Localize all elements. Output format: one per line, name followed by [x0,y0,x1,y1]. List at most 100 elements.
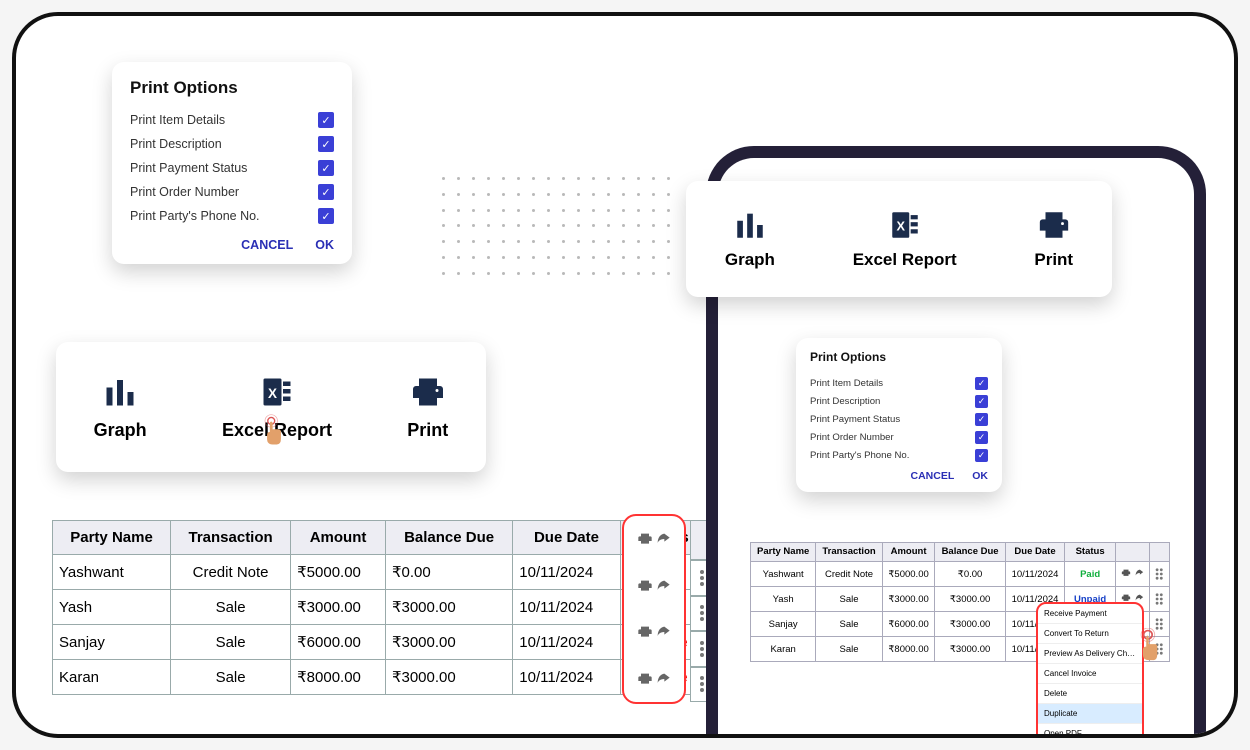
bar-chart-icon [733,208,767,242]
share-icon[interactable] [655,531,671,547]
cell-due: 10/11/2024 [513,590,620,625]
share-icon[interactable] [655,671,671,687]
cell-amount: ₹5000.00 [291,555,386,590]
excel-report-button[interactable]: X Excel Report [222,374,332,441]
graph-button[interactable]: Graph [94,374,147,441]
cell-txn: Sale [171,625,291,660]
phone-excel-label: Excel Report [853,250,957,270]
cell-amount: ₹8000.00 [882,637,935,662]
cell-amount: ₹6000.00 [882,612,935,637]
cell-party: Yash [53,590,171,625]
phone-excel-button[interactable]: X Excel Report [853,208,957,270]
phone-table-row[interactable]: Yashwant Credit Note ₹5000.00 ₹0.00 10/1… [751,562,1170,587]
cell-due: 10/11/2024 [1005,562,1065,587]
context-menu-item[interactable]: Cancel Invoice [1038,664,1142,684]
printer-icon[interactable] [637,671,653,687]
cell-balance: ₹3000.00 [935,587,1005,612]
pth-kebab [1149,543,1169,562]
print-label: Print [407,420,448,441]
print-option-label: Print Party's Phone No. [130,209,260,223]
cell-kebab[interactable] [1149,562,1169,587]
cell-due: 10/11/2024 [513,625,620,660]
print-option-label: Print Party's Phone No. [810,450,909,461]
print-option-row[interactable]: Print Payment Status ✓ [130,156,334,180]
checkbox-icon[interactable]: ✓ [975,431,988,444]
print-option-label: Print Payment Status [810,414,900,425]
cell-amount: ₹3000.00 [291,590,386,625]
cell-party: Yash [751,587,816,612]
printer-icon[interactable] [637,531,653,547]
table-row[interactable]: Yash Sale ₹3000.00 ₹3000.00 10/11/2024 U… [53,590,712,625]
share-icon[interactable] [655,624,671,640]
checkbox-icon[interactable]: ✓ [318,112,334,128]
print-option-row[interactable]: Print Order Number✓ [130,180,334,204]
cell-balance: ₹3000.00 [935,612,1005,637]
cell-txn: Credit Note [171,555,291,590]
cell-balance: ₹3000.00 [385,625,512,660]
app-frame: Print Options Print Item Details✓Print D… [12,12,1238,738]
cell-balance: ₹3000.00 [935,637,1005,662]
pth-balance: Balance Due [935,543,1005,562]
phone-graph-button[interactable]: Graph [725,208,775,270]
print-option-row[interactable]: Print Description✓ [810,392,988,410]
checkbox-icon[interactable]: ✓ [975,449,988,462]
checkbox-icon[interactable]: ✓ [975,413,988,426]
checkbox-icon[interactable]: ✓ [318,184,334,200]
svg-text:X: X [896,219,905,234]
print-option-row[interactable]: Print Party's Phone No. ✓ [810,446,988,464]
context-menu-item[interactable]: Receive Payment [1038,604,1142,624]
row-action-cell [624,656,684,703]
cell-due: 10/11/2024 [513,555,620,590]
cell-balance: ₹0.00 [935,562,1005,587]
cell-kebab[interactable] [1149,587,1169,612]
table-row[interactable]: Yashwant Credit Note ₹5000.00 ₹0.00 10/1… [53,555,712,590]
cell-actions[interactable] [1115,562,1149,587]
row-action-cell [624,609,684,656]
cell-due: 10/11/2024 [513,660,620,695]
cell-status: Paid [1065,562,1116,587]
print-option-row[interactable]: Print Item Details✓ [810,374,988,392]
print-options-list: Print Item Details✓Print Description✓Pri… [130,108,334,228]
excel-icon: X [888,208,922,242]
phone-ok-button[interactable]: OK [972,470,988,482]
pth-due: Due Date [1005,543,1065,562]
context-menu-item[interactable]: Convert To Return [1038,624,1142,644]
print-option-label: Print Order Number [810,432,894,443]
printer-icon[interactable] [637,624,653,640]
print-option-row[interactable]: Print Item Details✓ [130,108,334,132]
context-menu-item[interactable]: Preview As Delivery Challan [1038,644,1142,664]
context-menu-item[interactable]: Duplicate [1038,704,1142,724]
checkbox-icon[interactable]: ✓ [318,160,334,176]
context-menu-item[interactable]: Delete [1038,684,1142,704]
row-action-cell [624,516,684,563]
context-menu-item[interactable]: Open PDF [1038,724,1142,736]
transactions-table: Party Name Transaction Amount Balance Du… [52,520,712,695]
print-option-row[interactable]: Print Order Number ✓ [810,428,988,446]
print-option-row[interactable]: Print Payment Status ✓ [810,410,988,428]
share-icon[interactable] [655,578,671,594]
phone-cancel-button[interactable]: CANCEL [911,470,955,482]
table-row[interactable]: Karan Sale ₹8000.00 ₹3000.00 10/11/2024 … [53,660,712,695]
checkbox-icon[interactable]: ✓ [318,208,334,224]
ok-button[interactable]: OK [315,238,334,252]
print-option-label: Print Description [130,137,222,151]
printer-icon [410,374,446,410]
phone-print-button[interactable]: Print [1034,208,1073,270]
checkbox-icon[interactable]: ✓ [975,377,988,390]
phone-graph-label: Graph [725,250,775,270]
checkbox-icon[interactable]: ✓ [318,136,334,152]
svg-text:X: X [268,386,277,401]
pth-party: Party Name [751,543,816,562]
checkbox-icon[interactable]: ✓ [975,395,988,408]
row-action-cell [624,563,684,610]
print-button[interactable]: Print [407,374,448,441]
cell-txn: Sale [816,587,882,612]
cancel-button[interactable]: CANCEL [241,238,293,252]
table-row[interactable]: Sanjay Sale ₹6000.00 ₹3000.00 10/11/2024… [53,625,712,660]
cell-party: Sanjay [751,612,816,637]
printer-icon[interactable] [637,578,653,594]
print-option-row[interactable]: Print Party's Phone No. ✓ [130,204,334,228]
print-option-row[interactable]: Print Description ✓ [130,132,334,156]
th-due: Due Date [513,521,620,555]
print-option-label: Print Payment Status [130,161,247,175]
